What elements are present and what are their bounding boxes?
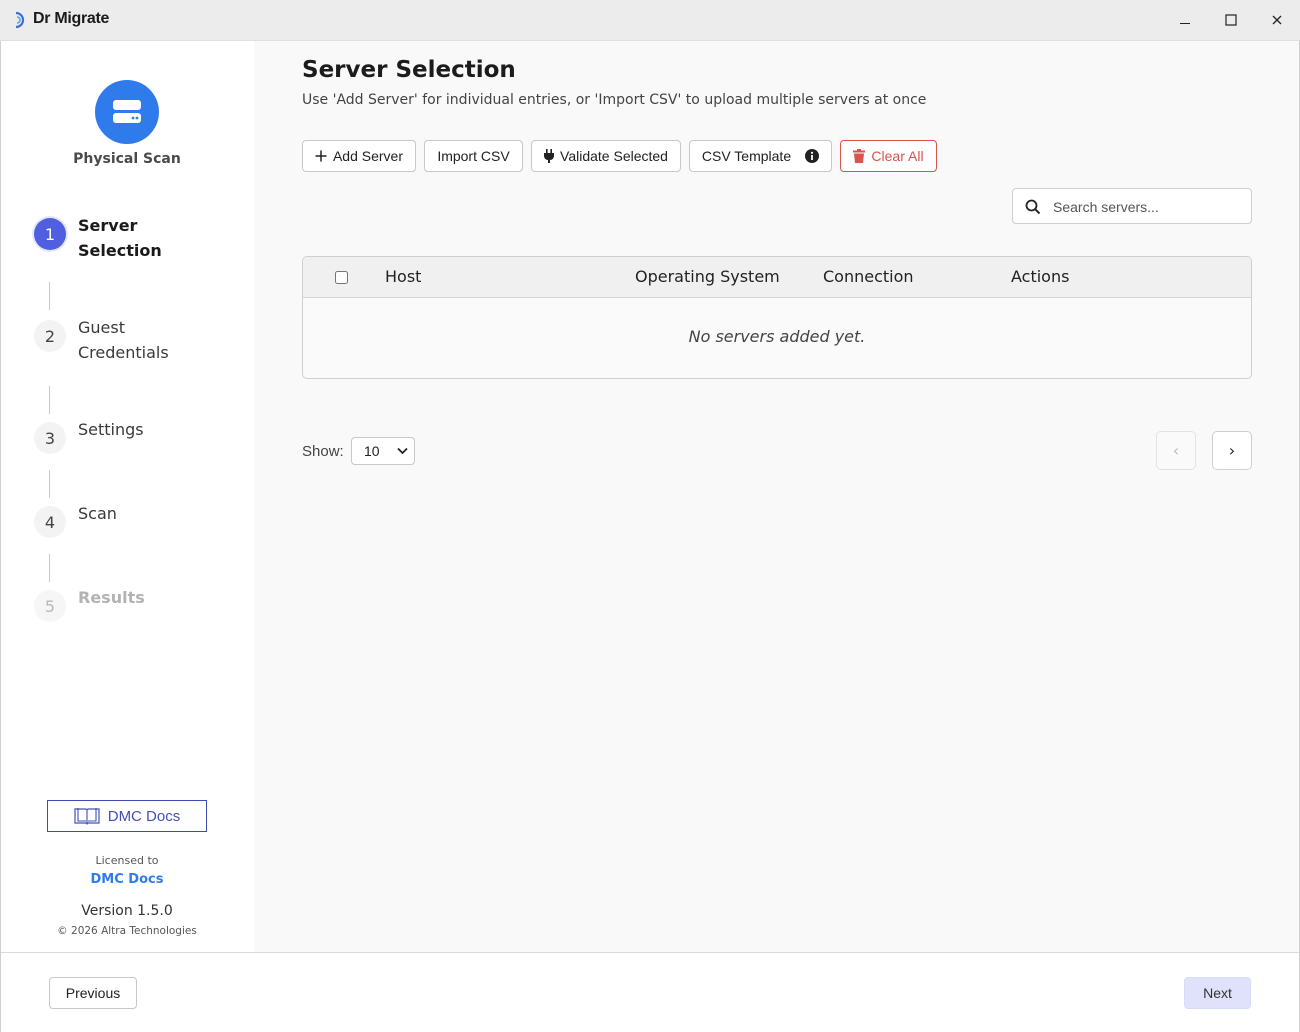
step-number: 5: [34, 590, 66, 622]
step-connector: [49, 386, 50, 414]
step-label: Server Selection: [78, 216, 162, 260]
empty-table-message: No servers added yet.: [688, 327, 866, 346]
app-version: Version 1.5.0: [81, 903, 173, 919]
next-page-button[interactable]: ›: [1212, 431, 1252, 470]
add-server-button[interactable]: Add Server: [302, 140, 416, 172]
column-header-host[interactable]: Host: [385, 267, 421, 286]
next-button[interactable]: Next: [1184, 977, 1251, 1009]
page-title: Server Selection: [302, 57, 516, 83]
page-size-label: Show:: [302, 443, 344, 460]
step-number: 2: [34, 320, 66, 352]
close-icon: [1272, 15, 1282, 25]
minimize-button[interactable]: [1162, 0, 1208, 40]
minimize-icon: [1180, 23, 1190, 24]
clear-all-button[interactable]: Clear All: [840, 140, 937, 172]
dr-migrate-logo-icon: [15, 11, 25, 29]
validate-selected-label: Validate Selected: [560, 148, 668, 164]
column-header-operating-system[interactable]: Operating System: [635, 267, 780, 286]
maximize-icon: [1225, 14, 1237, 26]
servers-table: Host Operating System Connection Actions…: [302, 256, 1252, 379]
plug-icon: [544, 149, 555, 163]
chevron-right-icon: ›: [1228, 441, 1236, 460]
search-input[interactable]: [1053, 197, 1243, 217]
clear-all-label: Clear All: [871, 148, 924, 164]
chevron-down-icon: [397, 447, 408, 455]
dmc-docs-button[interactable]: DMC Docs: [47, 800, 207, 832]
trash-icon: [853, 149, 866, 163]
step-label: Guest Credentials: [78, 318, 169, 362]
search-field[interactable]: [1012, 188, 1252, 224]
search-icon: [1025, 199, 1041, 215]
step-label: Results: [78, 588, 145, 607]
column-header-connection[interactable]: Connection: [823, 267, 914, 286]
page-subtitle: Use 'Add Server' for individual entries,…: [302, 92, 927, 108]
step-connector: [49, 470, 50, 498]
page-size-select[interactable]: 10: [351, 437, 415, 465]
csv-template-button[interactable]: CSV Template: [689, 140, 832, 172]
previous-button[interactable]: Previous: [49, 977, 137, 1009]
validate-selected-button[interactable]: Validate Selected: [531, 140, 681, 172]
step-connector: [49, 554, 50, 582]
import-csv-label: Import CSV: [437, 148, 510, 164]
licensed-to-label: Licensed to: [95, 854, 159, 867]
previous-page-button[interactable]: ‹: [1156, 431, 1196, 470]
csv-template-label: CSV Template: [701, 148, 792, 164]
plus-icon: [315, 150, 327, 162]
add-server-label: Add Server: [332, 148, 404, 164]
dmc-docs-label: DMC Docs: [107, 807, 181, 825]
import-csv-button[interactable]: Import CSV: [424, 140, 523, 172]
step-number: 1: [34, 218, 66, 250]
step-number: 3: [34, 422, 66, 454]
table-header: Host Operating System Connection Actions: [303, 257, 1251, 298]
scan-type-badge: [95, 80, 159, 144]
step-number: 4: [34, 506, 66, 538]
step-label: Scan: [78, 504, 117, 523]
page-size-value: 10: [364, 443, 380, 459]
chevron-left-icon: ‹: [1172, 441, 1180, 460]
title-bar: Dr Migrate: [0, 0, 1300, 41]
wizard-sidebar: Physical Scan 1 Server Selection 2 Guest…: [0, 41, 254, 952]
window-title: Dr Migrate: [33, 10, 110, 27]
maximize-button[interactable]: [1208, 0, 1254, 40]
select-all-checkbox[interactable]: [335, 271, 348, 284]
column-header-actions: Actions: [1011, 267, 1070, 286]
close-button[interactable]: [1254, 0, 1300, 40]
window-border-left: [0, 41, 1, 1032]
scan-type-label: Physical Scan: [73, 151, 181, 167]
main-content: Server Selection Use 'Add Server' for in…: [254, 41, 1300, 952]
licensee-name: DMC Docs: [90, 872, 164, 887]
wizard-footer: Previous Next: [0, 952, 1300, 1032]
info-icon: [805, 149, 820, 163]
step-connector: [49, 282, 50, 310]
book-icon: [74, 808, 100, 825]
copyright: © 2026 Altra Technologies: [57, 925, 197, 937]
server-icon: [113, 100, 141, 123]
step-label: Settings: [78, 420, 144, 439]
